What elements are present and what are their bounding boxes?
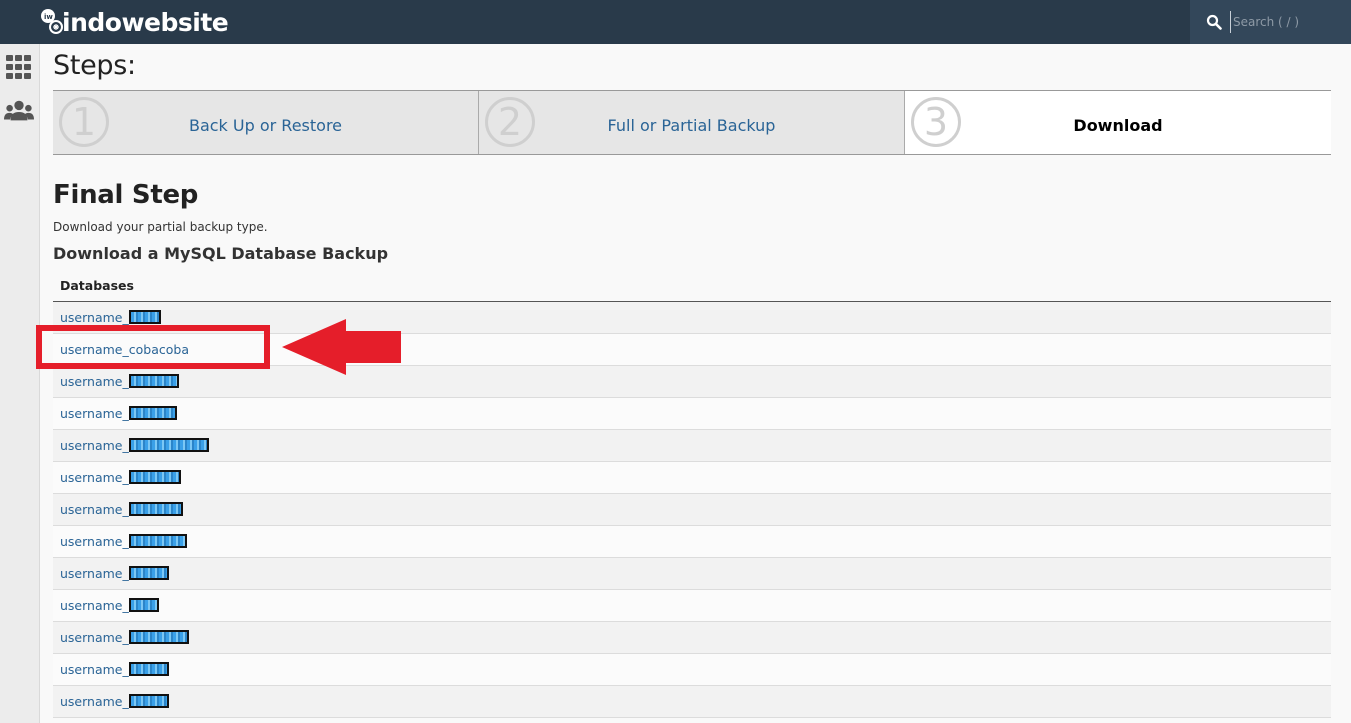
step-label: Full or Partial Backup	[607, 116, 776, 135]
redacted-text	[128, 310, 161, 324]
database-download-link[interactable]: username_	[60, 438, 129, 453]
database-download-link[interactable]: username_	[60, 470, 129, 485]
database-row: username_	[53, 430, 1331, 462]
redacted-text	[128, 694, 169, 708]
database-row: username_	[53, 654, 1331, 686]
database-download-link[interactable]: username_	[60, 502, 129, 517]
logo-icon: iw	[41, 9, 63, 34]
database-download-link[interactable]: username_	[60, 598, 129, 613]
databases-header: Databases	[53, 272, 1331, 302]
sidebar-item-users[interactable]	[4, 96, 34, 126]
sidebar	[0, 44, 40, 723]
database-download-link[interactable]: username_	[60, 566, 129, 581]
step-full-partial-backup[interactable]: 2 Full or Partial Backup	[479, 91, 905, 154]
svg-text:iw: iw	[44, 13, 53, 21]
step-download: 3 Download	[905, 91, 1331, 154]
redacted-text	[128, 662, 169, 676]
redacted-text	[128, 534, 187, 548]
steps-wizard: 1 Back Up or Restore 2 Full or Partial B…	[53, 90, 1331, 155]
annotation-arrow-icon	[282, 319, 401, 375]
users-icon	[4, 100, 34, 121]
grid-icon	[6, 55, 31, 79]
step-label: Back Up or Restore	[188, 116, 343, 135]
sidebar-item-tools[interactable]	[4, 52, 34, 82]
database-row: username_	[53, 462, 1331, 494]
redacted-text	[128, 630, 189, 644]
database-row: username_	[53, 590, 1331, 622]
redacted-text	[128, 566, 169, 580]
redacted-text	[128, 598, 159, 612]
database-download-link[interactable]: username_	[60, 662, 129, 677]
redacted-text	[128, 406, 177, 420]
steps-title: Steps:	[53, 50, 136, 81]
database-row: username_	[53, 494, 1331, 526]
annotation-highlight-box	[36, 325, 270, 369]
redacted-text	[128, 438, 209, 452]
database-download-link[interactable]: username_	[60, 406, 129, 421]
search-icon	[1206, 14, 1222, 30]
search-box	[1190, 0, 1351, 44]
database-row: username_	[53, 398, 1331, 430]
step-label: Download	[1073, 116, 1163, 135]
top-bar: iw indowebsite	[0, 0, 1351, 44]
brand-logo[interactable]: iw indowebsite	[40, 6, 229, 38]
database-download-link[interactable]: username_	[60, 374, 129, 389]
database-row: username_	[53, 622, 1331, 654]
mysql-section-title: Download a MySQL Database Backup	[53, 244, 389, 263]
database-row: username_	[53, 686, 1331, 718]
brand-name: indowebsite	[62, 7, 229, 37]
database-row: username_	[53, 526, 1331, 558]
database-download-link[interactable]: username_	[60, 694, 129, 709]
database-row: username_	[53, 366, 1331, 398]
redacted-text	[128, 374, 179, 388]
database-row: username_	[53, 558, 1331, 590]
redacted-text	[128, 502, 183, 516]
final-step-description: Download your partial backup type.	[53, 220, 268, 234]
step-backup-restore[interactable]: 1 Back Up or Restore	[53, 91, 479, 154]
database-download-link[interactable]: username_	[60, 534, 129, 549]
database-download-link[interactable]: username_	[60, 310, 129, 325]
redacted-text	[128, 470, 181, 484]
database-download-link[interactable]: username_	[60, 630, 129, 645]
search-input[interactable]	[1230, 11, 1350, 33]
final-step-title: Final Step	[53, 180, 199, 210]
